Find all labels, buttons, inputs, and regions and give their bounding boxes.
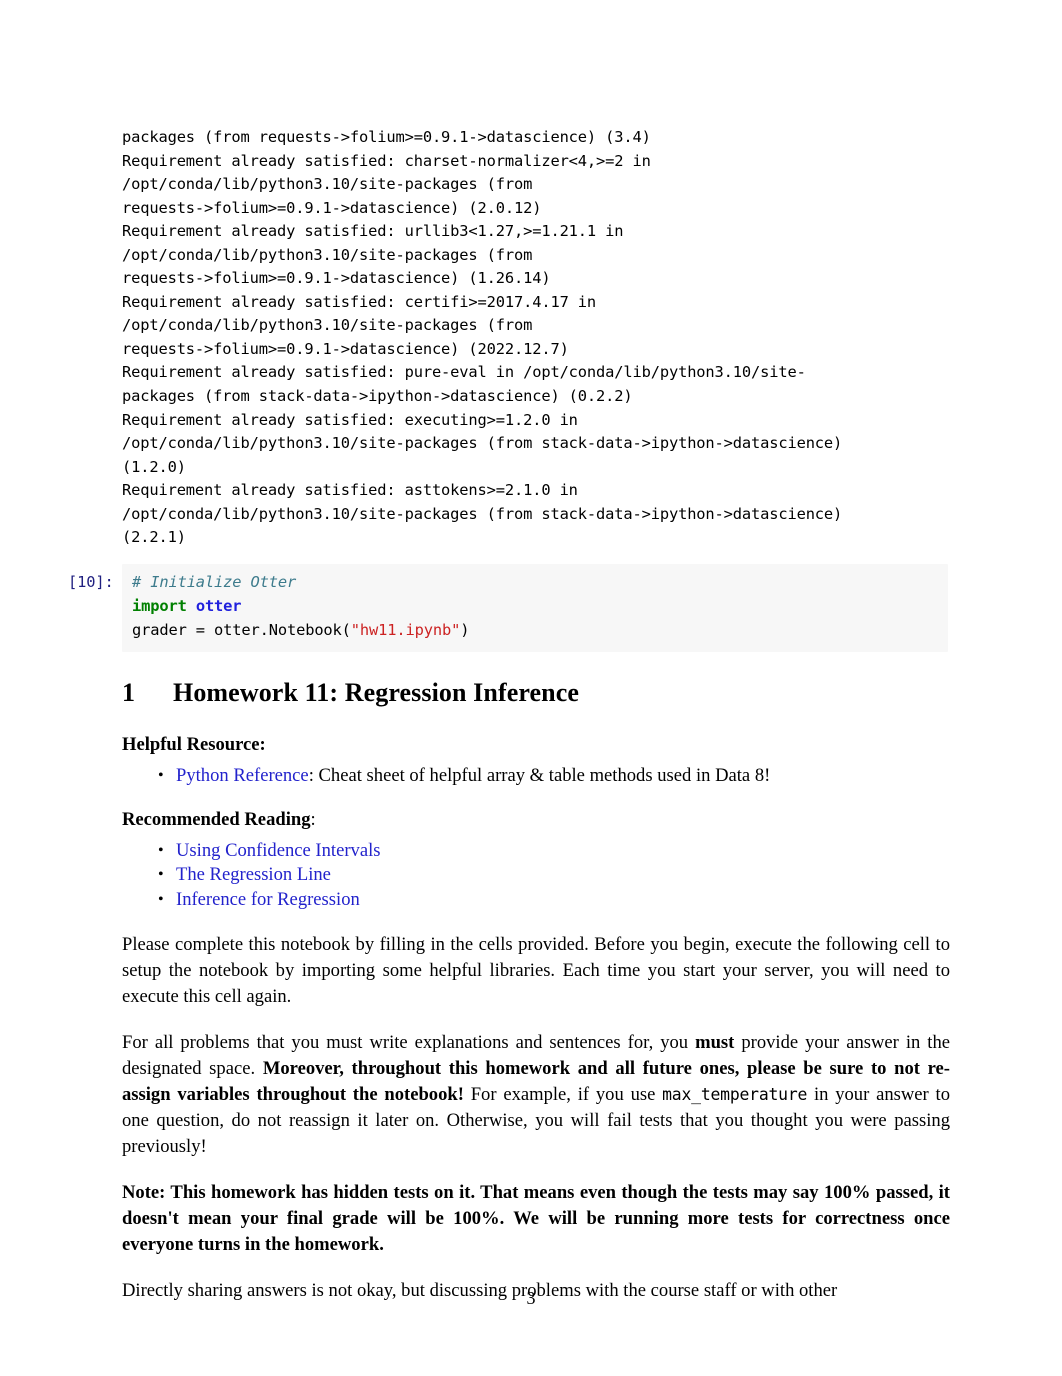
paren-token: ) [460,621,470,639]
output-line: /opt/conda/lib/python3.10/site-packages … [122,175,533,194]
notebook-pdf-page: packages (from requests->folium>=0.9.1->… [0,0,1062,1376]
python-reference-link[interactable]: Python Reference [176,765,309,786]
output-line: requests->folium>=0.9.1->datascience) (1… [122,269,551,288]
reassign-part1: For all problems that you must write exp… [122,1032,696,1053]
inline-code-max-temperature: max_temperature [662,1085,808,1104]
helpful-resource-heading: Helpful Resource: [122,734,266,755]
string-token: "hw11.ipynb" [350,621,461,639]
output-line: requests->folium>=0.9.1->datascience) (2… [122,339,569,358]
code-cell-source[interactable]: # Initialize Otter import otter grader =… [122,564,948,652]
list-item: The Regression Line [158,863,950,888]
assign-token: grader = otter.Notebook( [132,621,351,639]
keyword-token: import [132,597,187,615]
recommended-reading-colon: : [310,808,316,830]
code-line-comment: # Initialize Otter [132,570,938,594]
link-using-confidence-intervals[interactable]: Using Confidence Intervals [176,840,380,861]
section-title-text: Homework 11: Regression Inference [173,678,579,707]
output-line: Requirement already satisfied: asttokens… [122,481,578,500]
list-item-text: : Cheat sheet of helpful array & table m… [308,765,771,786]
paragraph-reassign-warning: For all problems that you must write exp… [122,1030,950,1160]
comment-token: # Initialize Otter [132,573,297,591]
list-item: Python Reference: Cheat sheet of helpful… [158,764,950,789]
module-token: otter [195,597,242,615]
output-line: Requirement already satisfied: certifi>=… [122,292,597,311]
code-line-import: import otter [132,594,938,618]
output-line: packages (from requests->folium>=0.9.1->… [122,128,651,146]
output-line: /opt/conda/lib/python3.10/site-packages … [122,245,533,264]
paragraph-setup-instructions: Please complete this notebook by filling… [122,934,950,1007]
code-cell-prompt: [10]: [68,573,114,591]
output-line: (2.2.1) [122,528,186,547]
output-line: (1.2.0) [122,457,186,476]
code-line-grader: grader = otter.Notebook("hw11.ipynb") [132,618,938,642]
page-number: 3 [526,1288,536,1308]
cell-stream-output: packages (from requests->folium>=0.9.1->… [122,126,950,550]
section-number: 1 [122,678,136,707]
list-item: Inference for Regression [158,888,950,913]
list-item: Using Confidence Intervals [158,839,950,864]
paragraph-hidden-tests-note: Note: This homework has hidden tests on … [122,1182,950,1255]
output-line: Requirement already satisfied: charset-n… [122,151,651,170]
page-title: 1 Homework 11: Regression Inference [122,676,950,710]
recommended-reading-heading: Recommended Reading: [122,807,950,833]
output-line: /opt/conda/lib/python3.10/site-packages … [122,504,843,523]
output-line: /opt/conda/lib/python3.10/site-packages … [122,316,533,335]
reassign-bold-must: must [695,1032,735,1053]
recommended-reading-list: Using Confidence Intervals The Regressio… [122,839,950,913]
link-the-regression-line[interactable]: The Regression Line [176,864,331,885]
output-line: requests->folium>=0.9.1->datascience) (2… [122,198,542,217]
output-line: Requirement already satisfied: executing… [122,410,578,429]
output-line: Requirement already satisfied: pure-eval… [122,363,806,382]
markdown-content: 1 Homework 11: Regression Inference Helpf… [122,676,950,1304]
recommended-reading-label: Recommended Reading [122,808,311,830]
output-line: Requirement already satisfied: urllib3<1… [122,222,624,241]
reassign-part3: For example, if you use [463,1084,663,1105]
output-line: /opt/conda/lib/python3.10/site-packages … [122,434,843,453]
helpful-resource-list: Python Reference: Cheat sheet of helpful… [122,764,950,789]
output-line: packages (from stack-data->ipython->data… [122,387,633,406]
code-cell-10[interactable]: [10]: # Initialize Otter import otter gr… [68,564,948,652]
link-inference-for-regression[interactable]: Inference for Regression [176,889,360,910]
